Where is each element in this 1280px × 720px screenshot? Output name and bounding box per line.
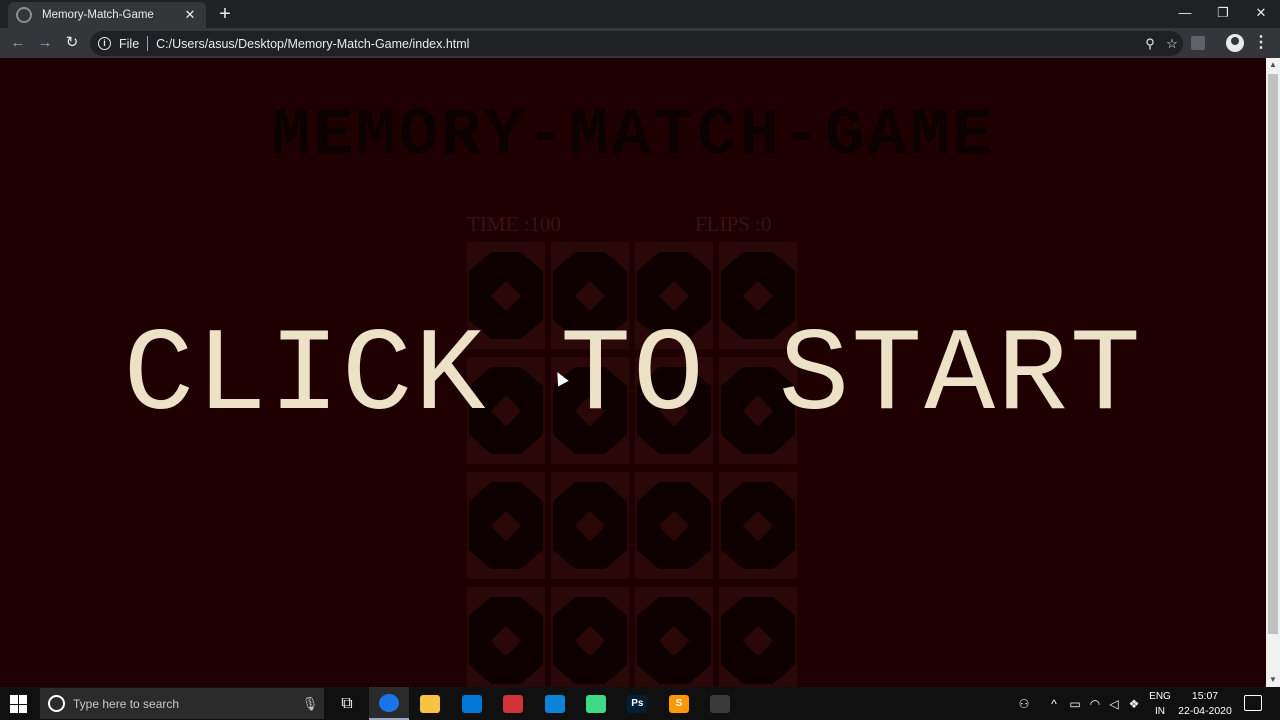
scheme-label: File (119, 36, 140, 51)
page-scrollbar[interactable]: ▲ ▼ (1266, 58, 1280, 687)
back-button[interactable]: ← (8, 33, 28, 53)
chrome-menu-icon[interactable]: ⋮ (1252, 34, 1270, 52)
taskbar-app-photoshop[interactable]: Ps (617, 687, 657, 720)
scrollbar-thumb[interactable] (1268, 74, 1278, 634)
task-view-icon[interactable]: ⧉ (327, 687, 367, 720)
clock-time: 15:07 (1191, 690, 1219, 702)
scroll-down-arrow-icon[interactable]: ▼ (1266, 673, 1280, 687)
volume-icon[interactable]: ◁ (1104, 687, 1124, 720)
game-page: MEMORY-MATCH-GAME TIME :100 FLIPS :0 CLI… (0, 58, 1266, 687)
taskbar-app-gift[interactable] (493, 687, 533, 720)
battery-icon[interactable]: ▭ (1065, 687, 1085, 720)
android-icon (586, 694, 606, 713)
wifi-icon[interactable]: ◠ (1085, 687, 1105, 720)
mail-icon (544, 694, 565, 713)
taskbar-search[interactable]: Type here to search 🎙 (40, 688, 324, 719)
chrome-icon (379, 693, 399, 712)
microphone-icon[interactable]: 🎙 (296, 696, 324, 712)
gift-icon (503, 694, 524, 713)
taskbar-app-sublime[interactable]: S (659, 687, 699, 720)
globe-icon (16, 7, 32, 23)
people-icon[interactable]: ⚇ (1014, 687, 1034, 720)
url-text[interactable]: C:/Users/asus/Desktop/Memory-Match-Game/… (156, 37, 1139, 51)
system-clock[interactable]: 15:07 22-04-2020 (1172, 689, 1238, 719)
windows-start-icon[interactable] (10, 695, 28, 713)
windows-taskbar: Type here to search 🎙 ⧉ Ps S ⚇ ^ ▭ ◠ ◁ ❖ … (0, 687, 1280, 720)
taskbar-app-chrome[interactable] (369, 687, 409, 720)
browser-tab[interactable]: Memory-Match-Game ✕ (8, 2, 206, 28)
taskbar-app-file-explorer[interactable] (410, 687, 450, 720)
taskbar-app-android[interactable] (576, 687, 616, 720)
profile-icon[interactable] (1226, 34, 1244, 52)
photoshop-icon: Ps (627, 694, 648, 713)
cortana-icon (48, 695, 65, 712)
show-hidden-icons-icon[interactable]: ^ (1044, 687, 1064, 720)
tab-close-icon[interactable]: ✕ (182, 7, 198, 23)
obs-icon (710, 694, 731, 713)
minimize-button[interactable]: — (1166, 0, 1204, 28)
clock-date: 22-04-2020 (1178, 705, 1232, 717)
forward-button[interactable]: → (35, 33, 55, 53)
extension-icon[interactable] (1191, 36, 1205, 50)
sublime-icon: S (668, 694, 689, 713)
dropbox-icon[interactable]: ❖ (1124, 687, 1144, 720)
taskbar-app-mail[interactable] (535, 687, 575, 720)
click-to-start-text[interactable]: CLICK TO START (0, 318, 1266, 438)
store-icon (461, 694, 482, 713)
file-explorer-icon (420, 694, 441, 713)
region-code: IN (1155, 706, 1165, 717)
notifications-icon[interactable] (1244, 695, 1262, 711)
start-overlay[interactable]: CLICK TO START (0, 58, 1266, 687)
zoom-icon[interactable]: ⚲ (1139, 36, 1161, 52)
language-indicator[interactable]: ENG IN (1146, 689, 1174, 719)
address-bar[interactable]: i File C:/Users/asus/Desktop/Memory-Matc… (90, 31, 1183, 56)
bookmark-star-icon[interactable]: ☆ (1161, 36, 1183, 52)
taskbar-app-obs[interactable] (700, 687, 740, 720)
close-window-button[interactable]: ✕ (1242, 0, 1280, 28)
search-placeholder[interactable]: Type here to search (73, 697, 296, 711)
scroll-up-arrow-icon[interactable]: ▲ (1266, 58, 1280, 72)
new-tab-button[interactable]: + (214, 3, 236, 25)
reload-button[interactable]: ↻ (62, 33, 82, 53)
maximize-button[interactable]: ❐ (1204, 0, 1242, 28)
language-code: ENG (1149, 691, 1171, 702)
info-icon[interactable]: i (98, 37, 111, 50)
taskbar-app-store[interactable] (452, 687, 492, 720)
tab-title: Memory-Match-Game (42, 9, 154, 21)
tab-strip: Memory-Match-Game ✕ + — ❐ ✕ (0, 0, 1280, 28)
omnibox-divider (147, 36, 149, 51)
browser-toolbar: ← → ↻ i File C:/Users/asus/Desktop/Memor… (0, 28, 1280, 58)
